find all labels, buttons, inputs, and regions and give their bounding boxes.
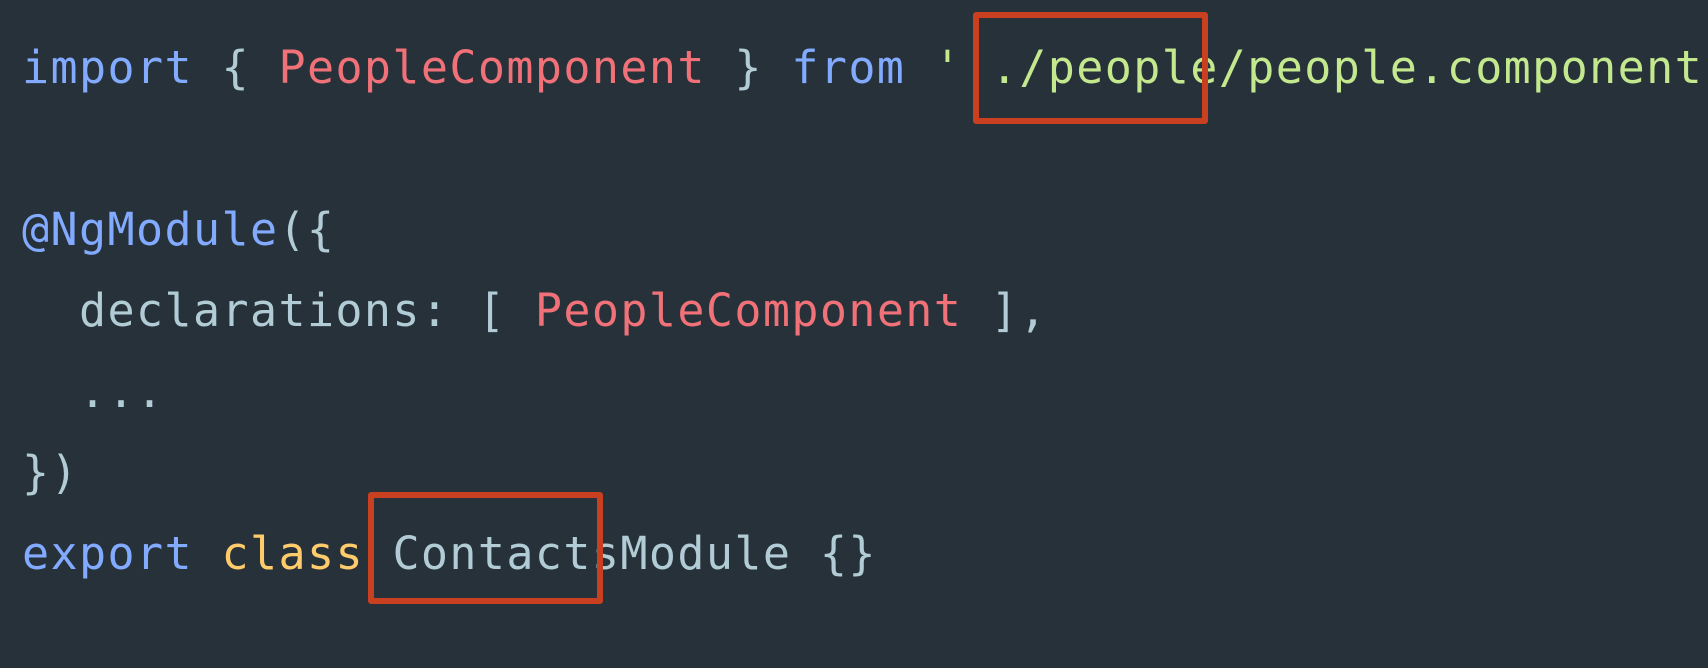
keyword-class: class [221,527,364,580]
code-line-import: import { PeopleComponent } from '../peop… [22,38,1708,98]
code-line-decorator: @NgModule({ [22,200,335,260]
highlight-box-path [973,12,1208,124]
keyword-from: from [791,41,906,94]
identifier-people-component: PeopleComponent [534,284,963,337]
punct-bracket-close: ], [962,284,1048,337]
code-line-close-decorator: }) [22,446,79,499]
property-declarations: declarations [79,284,421,337]
code-editor[interactable]: import { PeopleComponent } from '../peop… [0,0,1708,668]
keyword-export: export [22,527,193,580]
punct-brace-open: { [192,41,279,94]
punct-semicolon: ; [1703,41,1708,94]
punct-brace-close: } [705,41,792,94]
code-line-ellipsis: ... [22,365,165,418]
decorator-ngmodule: @NgModule [22,203,279,256]
highlight-box-contacts [368,492,603,604]
code-line-declarations: declarations: [ PeopleComponent ], [22,281,1048,341]
punct-colon-bracket: : [ [420,284,535,337]
identifier-people-component: PeopleComponent [278,41,706,94]
punct-paren-open: ({ [278,203,336,256]
string-path-suffix: people.component [1247,41,1704,94]
keyword-import: import [22,41,193,94]
punct-braces: {} [791,527,877,580]
class-name-rest: Module [620,527,792,580]
